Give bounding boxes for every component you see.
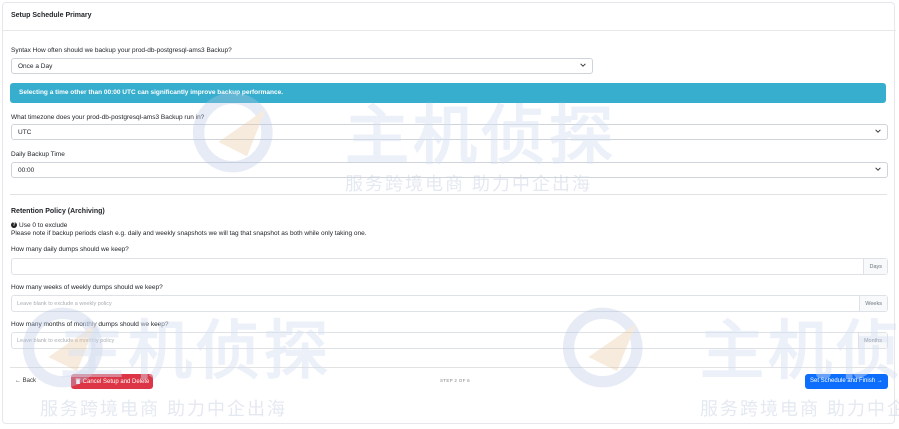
watermark-slogan: 服务跨境电商 助力中企出海 bbox=[345, 174, 592, 194]
watermark-logo-3 bbox=[560, 300, 655, 400]
watermark-slogan-3: 服务跨境电商 助力中企出海 bbox=[700, 399, 899, 419]
daily-label: How many daily dumps should we keep? bbox=[11, 246, 129, 253]
watermark-logo bbox=[190, 85, 285, 185]
weekly-label: How many weeks of weekly dumps should we… bbox=[11, 284, 163, 291]
chevron-down-icon bbox=[875, 129, 881, 133]
watermark-planet-icon bbox=[192, 92, 273, 173]
watermark-brand-3: 主机侦探 bbox=[700, 315, 899, 387]
header-divider bbox=[3, 30, 896, 31]
chevron-down-icon bbox=[580, 63, 586, 67]
chevron-down-icon bbox=[875, 167, 881, 171]
daily-input-group: Days bbox=[11, 258, 888, 275]
question-circle-icon: ? bbox=[11, 222, 17, 229]
panel-title: Setup Schedule Primary bbox=[11, 12, 92, 19]
step-indicator: STEP 2 OF 6 bbox=[440, 378, 470, 383]
watermark-planet-icon-3 bbox=[562, 307, 643, 388]
retention-help-text1: Use 0 to exclude bbox=[19, 222, 68, 229]
daily-unit: Days bbox=[863, 259, 887, 274]
frequency-select[interactable]: Once a Day bbox=[11, 58, 593, 74]
frequency-label: Syntax How often should we backup your p… bbox=[11, 47, 232, 54]
timezone-label: What timezone does your prod-db-postgres… bbox=[11, 114, 205, 121]
watermark-brand: 主机侦探 bbox=[345, 100, 617, 172]
daily-input[interactable] bbox=[12, 259, 863, 274]
backup-time-select-value: 00:00 bbox=[18, 167, 35, 174]
retention-help-line1: ? Use 0 to exclude bbox=[11, 222, 67, 229]
frequency-select-value: Once a Day bbox=[18, 63, 53, 70]
retention-help-line2: Please note if backup periods clash e.g.… bbox=[11, 230, 367, 237]
backup-time-label: Daily Backup Time bbox=[11, 151, 65, 158]
timezone-select-value: UTC bbox=[18, 129, 32, 136]
watermark-slogan-2: 服务跨境电商 助力中企出海 bbox=[40, 399, 287, 419]
retention-title: Retention Policy (Archiving) bbox=[11, 208, 105, 215]
watermark-brand-2: 主机侦探 bbox=[60, 315, 332, 387]
